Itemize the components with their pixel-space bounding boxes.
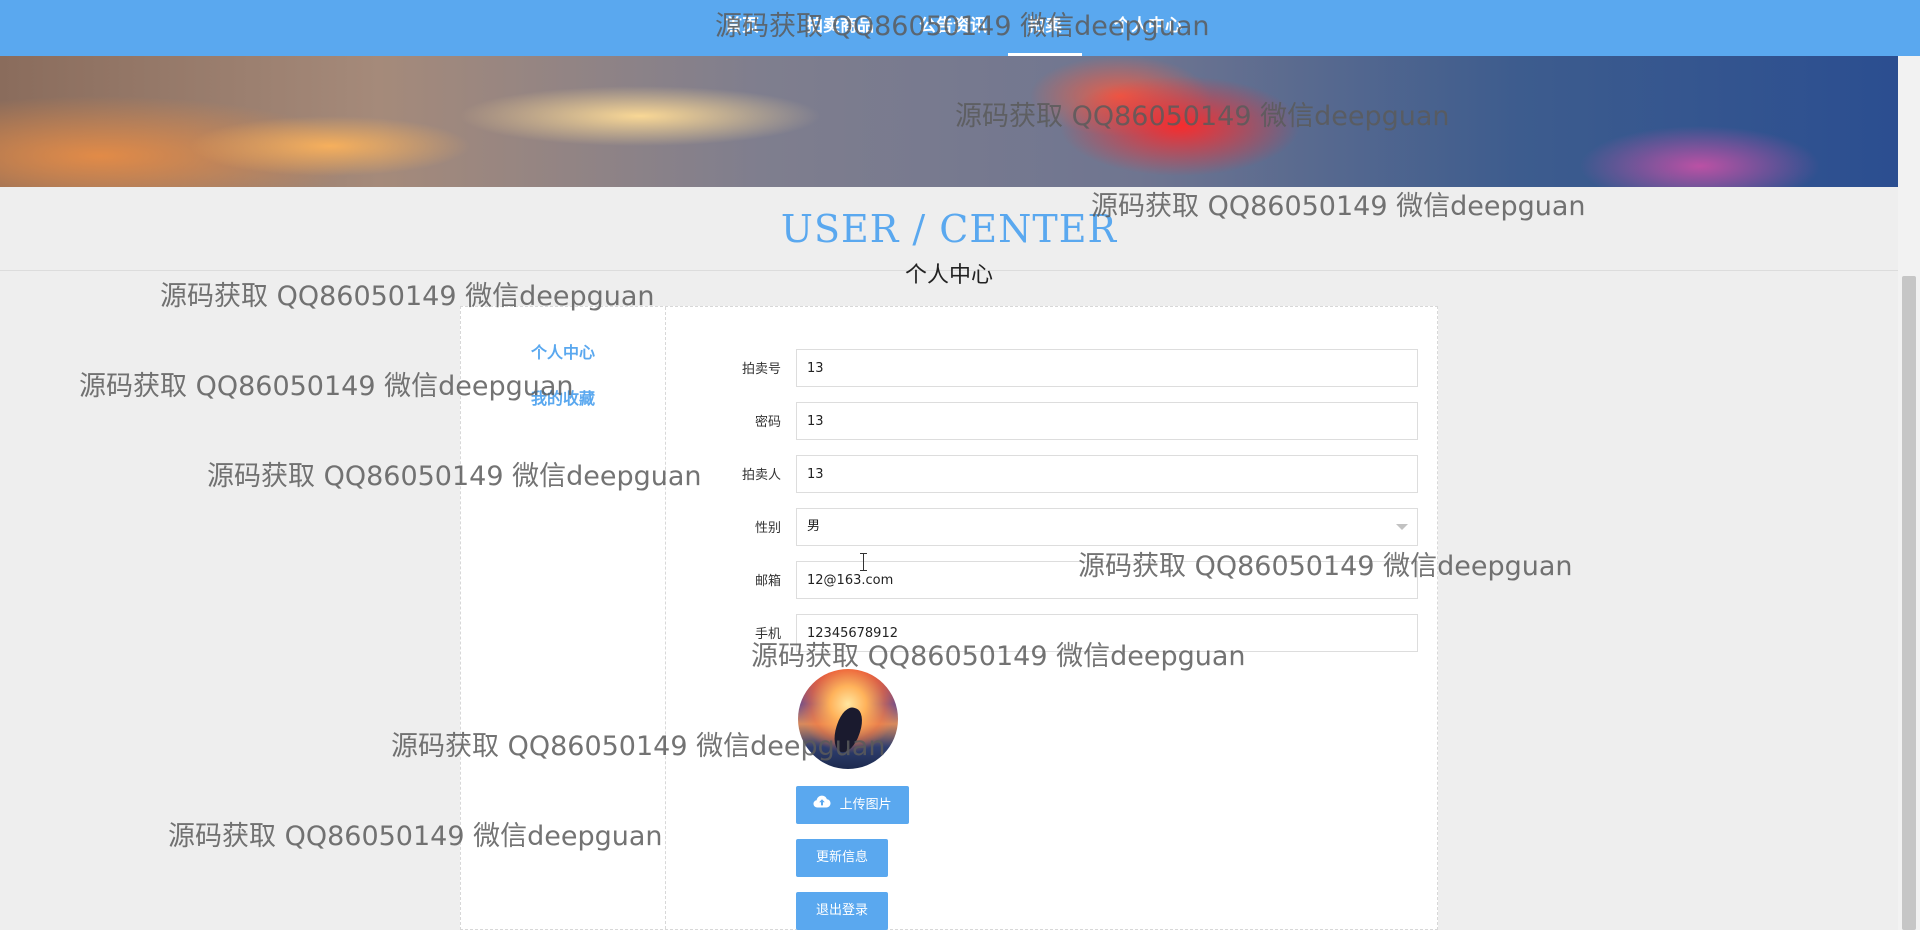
cloud-upload-icon [813,786,831,824]
email-input[interactable] [796,561,1418,599]
gender-select-value: 男 [807,519,821,534]
phone-input[interactable] [796,614,1418,652]
auctioneer-label: 拍卖人 [741,468,781,483]
phone-label: 手机 [754,627,781,642]
top-nav: 首页 拍卖商品 公告资讯 拍卖 个人中心 [0,0,1920,56]
password-input[interactable] [796,402,1418,440]
page-title-zh: 个人中心 [904,263,993,288]
avatar [798,669,898,769]
page-title-en: USER / CENTER [780,207,1118,251]
sidebar-item-favorites[interactable]: 我的收藏 [461,385,665,409]
nav-news[interactable]: 公告资讯 [914,0,992,56]
gender-select[interactable]: 男 [796,508,1418,546]
auction-no-input[interactable] [796,349,1418,387]
auctioneer-input[interactable] [796,455,1418,493]
auction-no-label: 拍卖号 [741,362,781,377]
logout-button[interactable]: 退出登录 [796,892,888,930]
scrollbar-thumb[interactable] [1902,276,1916,930]
nav-user-center[interactable]: 个人中心 [1102,0,1194,56]
page-title-section: USER / CENTER 个人中心 [0,187,1898,288]
upload-image-label: 上传图片 [839,797,892,813]
sidebar: 个人中心 我的收藏 [461,307,666,929]
nav-auction-goods[interactable]: 拍卖商品 [800,0,880,56]
banner-image [0,56,1898,187]
update-info-button[interactable]: 更新信息 [796,839,888,877]
page: 首页 拍卖商品 公告资讯 拍卖 个人中心 USER / CENTER 个人中心 … [0,0,1920,930]
text-cursor-icon [860,553,867,571]
nav-home[interactable]: 首页 [722,0,762,56]
user-center-panel: 个人中心 我的收藏 拍卖号 密码 拍卖人 性别 男 邮箱 手机 [460,306,1438,930]
upload-image-button[interactable]: 上传图片 [796,786,909,824]
password-label: 密码 [754,415,781,430]
gender-label: 性别 [754,521,781,536]
chevron-down-icon [1396,524,1408,530]
sidebar-item-user-center[interactable]: 个人中心 [461,339,665,363]
nav-auction[interactable]: 拍卖 [1008,0,1082,56]
avatar-dolphin-shape [829,704,867,756]
email-label: 邮箱 [754,574,781,589]
